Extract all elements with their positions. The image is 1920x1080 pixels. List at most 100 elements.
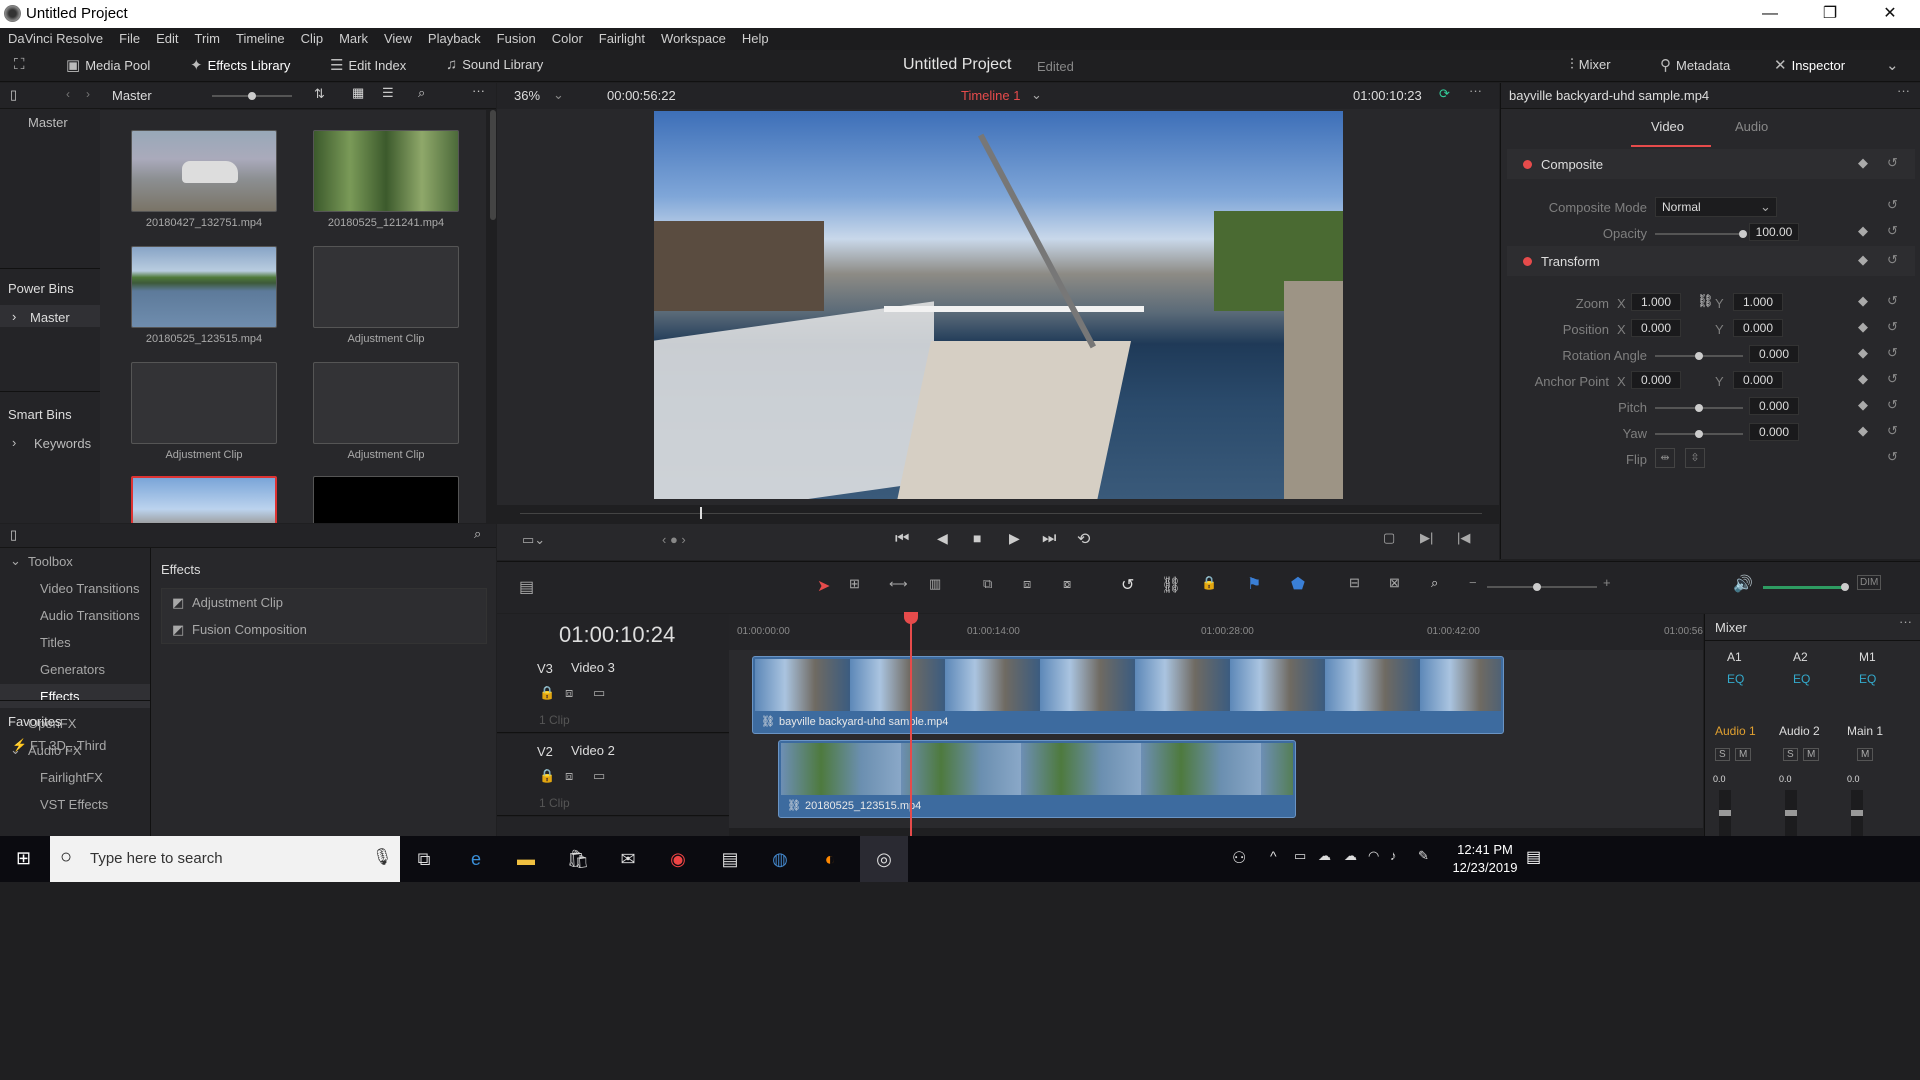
reset-icon[interactable]: ↺	[1887, 345, 1898, 361]
menu-item[interactable]: Playback	[420, 28, 489, 46]
zoom-in-icon[interactable]: +	[1603, 575, 1611, 590]
lock-icon[interactable]: 🔒	[539, 768, 555, 784]
next-edit-icon[interactable]: ▶|	[1420, 530, 1433, 546]
grid-view-icon[interactable]: ▦	[352, 85, 364, 101]
adjustment-clip-thumbnail[interactable]	[313, 362, 459, 444]
transform-toggle[interactable]	[1523, 257, 1532, 266]
people-icon[interactable]: ⚇	[1232, 848, 1246, 868]
linked-selection-icon[interactable]: ⛓	[1161, 575, 1181, 595]
blade-tool-icon[interactable]: ▥	[929, 576, 941, 592]
go-to-start-icon[interactable]: ⏮	[895, 530, 909, 548]
search-icon[interactable]: ⌕	[474, 526, 481, 542]
detail-zoom-icon[interactable]: ⊠	[1389, 575, 1400, 591]
thumbnail-size-slider[interactable]	[212, 92, 292, 100]
keyframe-icon[interactable]: ◆	[1858, 293, 1868, 309]
wifi-icon[interactable]: ◠	[1368, 848, 1379, 864]
opacity-slider[interactable]	[1655, 230, 1747, 238]
timeline-clip-v3[interactable]: ⛓ bayville backyard-uhd sample.mp4	[752, 656, 1504, 734]
collapse-icon[interactable]: ⌄	[1886, 56, 1899, 74]
qbittorrent-icon[interactable]: ◍	[762, 843, 798, 875]
clip-thumbnail[interactable]	[313, 476, 459, 523]
chevron-down-icon[interactable]: ⌄	[10, 553, 21, 569]
eq-button[interactable]: EQ	[1727, 672, 1744, 686]
match-frame-icon[interactable]: ▢	[1383, 530, 1395, 546]
tab-audio[interactable]: Audio	[1735, 119, 1768, 134]
taskbar-search-box[interactable]: ○ Type here to search 🎙	[50, 836, 400, 882]
more-options-icon[interactable]: ···	[1469, 83, 1482, 98]
media-pool-button[interactable]: ▣ Media Pool	[66, 56, 150, 74]
reset-icon[interactable]: ↺	[1887, 423, 1898, 439]
mixer-button[interactable]: ⫶ Mixer	[1570, 56, 1611, 73]
metadata-button[interactable]: ⚲ Metadata	[1660, 56, 1730, 74]
menu-item[interactable]: Mark	[331, 28, 376, 46]
chevron-right-icon[interactable]: ›	[12, 309, 16, 324]
solo-button[interactable]: S	[1783, 748, 1798, 761]
video-transitions-item[interactable]: Video Transitions	[40, 581, 140, 596]
play-reverse-icon[interactable]: ◀	[937, 530, 948, 547]
composite-mode-select[interactable]: Normal ⌄	[1655, 197, 1777, 217]
file-explorer-icon[interactable]: ▬	[508, 843, 544, 875]
reset-icon[interactable]: ↺	[1887, 223, 1898, 239]
opacity-value[interactable]: 100.00	[1749, 223, 1799, 241]
reset-icon[interactable]: ↺	[1887, 371, 1898, 387]
generators-item[interactable]: Generators	[40, 662, 105, 677]
custom-zoom-icon[interactable]: ⌕	[1431, 575, 1438, 591]
selection-tool-icon[interactable]: ➤	[817, 576, 830, 596]
menu-item[interactable]: Fairlight	[591, 28, 653, 46]
keyframe-icon[interactable]: ◆	[1858, 345, 1868, 361]
pitch-slider[interactable]	[1655, 404, 1743, 412]
reset-icon[interactable]: ↺	[1887, 397, 1898, 413]
position-x-value[interactable]: 0.000	[1631, 319, 1681, 337]
mail-icon[interactable]: ✉	[610, 843, 646, 875]
task-view-icon[interactable]: ⧉	[406, 843, 442, 875]
menu-item[interactable]: Edit	[148, 28, 186, 46]
link-icon[interactable]: ⛓	[1697, 293, 1714, 309]
yaw-value[interactable]: 0.000	[1749, 423, 1799, 441]
chrome-icon[interactable]: ◉	[660, 843, 696, 875]
power-bin-master[interactable]: Master	[30, 310, 70, 325]
pitch-value[interactable]: 0.000	[1749, 397, 1799, 415]
fader[interactable]	[1785, 790, 1797, 836]
previous-edit-icon[interactable]: |◀	[1457, 530, 1470, 546]
close-button[interactable]: ✕	[1860, 0, 1920, 28]
menu-item[interactable]: Help	[734, 28, 777, 46]
edge-icon[interactable]: e	[458, 843, 494, 875]
menu-item[interactable]: Fusion	[489, 28, 544, 46]
flag-icon[interactable]: ⚑	[1247, 574, 1261, 594]
favorite-item[interactable]: FT 3D...Third	[30, 738, 106, 753]
keyframe-icon[interactable]: ◆	[1858, 319, 1868, 335]
adjustment-clip-thumbnail[interactable]	[313, 246, 459, 328]
minimize-button[interactable]: —	[1740, 0, 1800, 28]
menu-item[interactable]: Timeline	[228, 28, 293, 46]
menu-item[interactable]: Color	[544, 28, 591, 46]
stop-icon[interactable]: ■	[973, 530, 981, 546]
audio-transitions-item[interactable]: Audio Transitions	[40, 608, 140, 623]
reset-icon[interactable]: ↺	[1887, 155, 1898, 171]
trim-tool-icon[interactable]: ⊞	[849, 576, 860, 592]
video-frame[interactable]	[654, 111, 1343, 499]
volume-slider[interactable]	[1763, 583, 1849, 591]
fairlight-fx-item[interactable]: FairlightFX	[40, 770, 103, 785]
sort-icon[interactable]: ⇅	[314, 86, 325, 102]
effect-fusion-composition[interactable]: Fusion Composition	[192, 622, 307, 637]
mute-button[interactable]: M	[1803, 748, 1820, 761]
list-view-icon[interactable]: ☰	[382, 85, 394, 101]
sidebar-toggle-icon[interactable]: ▯	[10, 527, 17, 543]
menu-item[interactable]: Trim	[187, 28, 229, 46]
more-options-icon[interactable]: ···	[1899, 614, 1912, 629]
zoom-x-value[interactable]: 1.000	[1631, 293, 1681, 311]
titles-item[interactable]: Titles	[40, 635, 71, 650]
menu-item[interactable]: View	[376, 28, 420, 46]
fader[interactable]	[1851, 790, 1863, 836]
play-icon[interactable]: ▶	[1009, 530, 1020, 547]
reset-icon[interactable]: ↺	[1887, 197, 1898, 213]
clip-thumbnail[interactable]	[131, 246, 277, 328]
maximize-button[interactable]: ❐	[1800, 0, 1860, 28]
resolve-taskbar-item[interactable]: ◎	[860, 836, 908, 882]
timeline-view-options-icon[interactable]: ▤	[519, 577, 534, 597]
chevron-down-icon[interactable]: ⌄	[553, 87, 564, 103]
adjustment-clip-thumbnail[interactable]	[131, 362, 277, 444]
mute-button[interactable]: M	[1857, 748, 1874, 761]
chevron-right-icon[interactable]: ›	[12, 435, 16, 450]
battery-icon[interactable]: ▭	[1294, 848, 1306, 864]
